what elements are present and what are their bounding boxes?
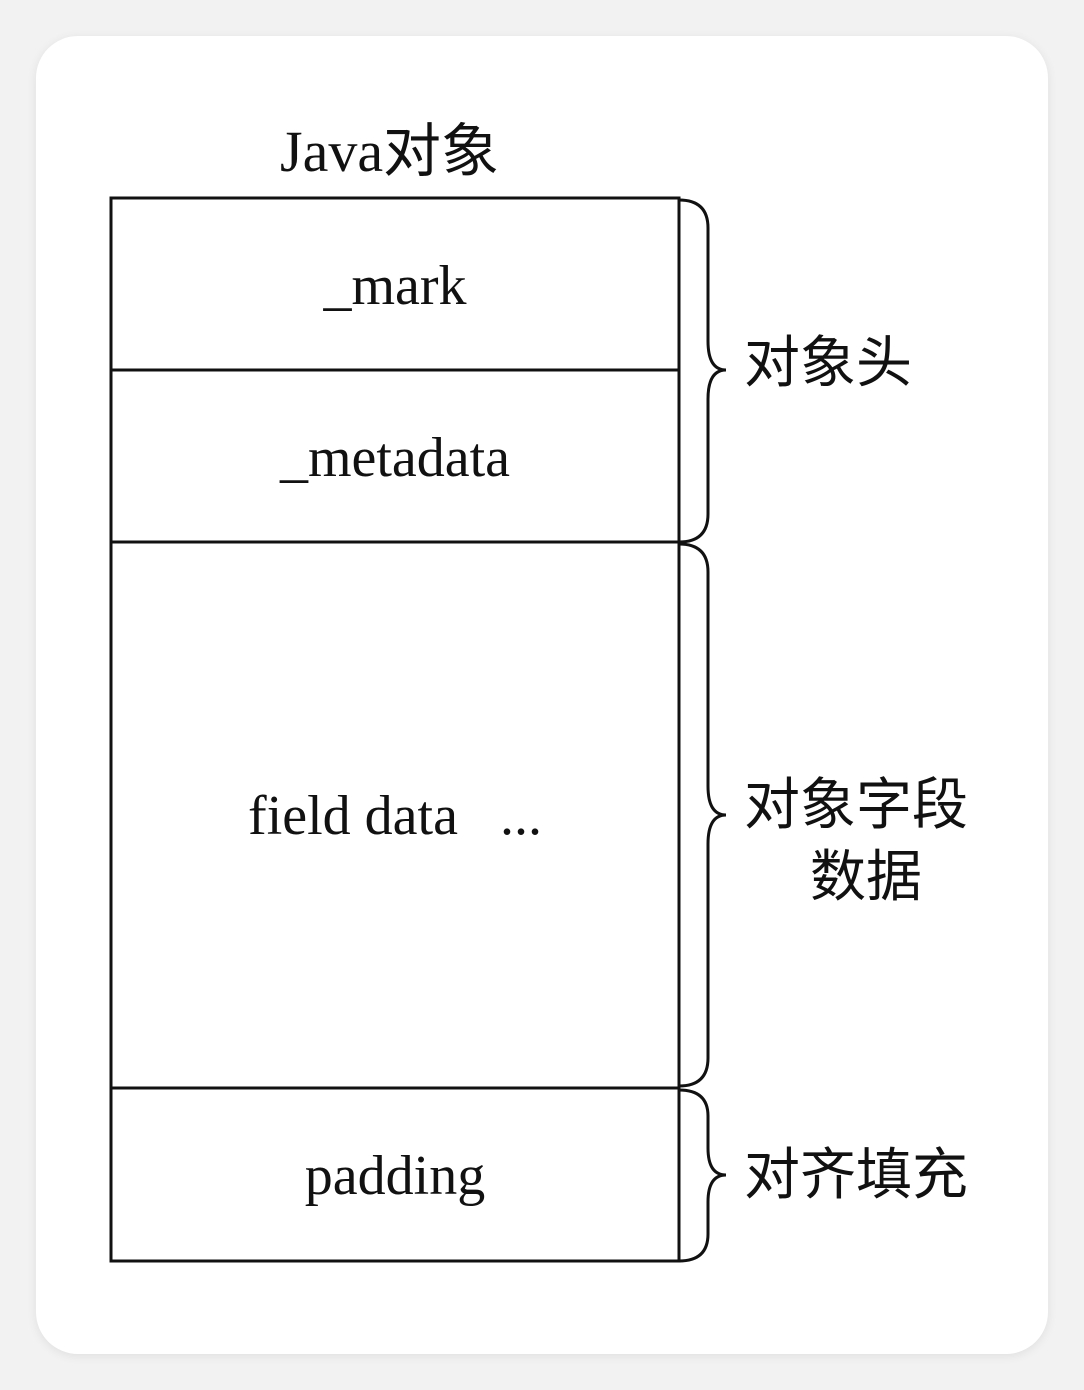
brace-label-field-data-line2: 数据	[810, 845, 922, 910]
segment-label-padding: padding	[304, 1145, 486, 1207]
brace-label-object-header: 对象头	[744, 331, 912, 396]
segment-label-metadata: _metadata	[279, 427, 511, 489]
diagram-card: Java对象 _mark _metadata field data ... pa…	[36, 36, 1048, 1354]
segment-label-field-data: field data ...	[248, 785, 542, 847]
brace-padding	[678, 1088, 727, 1263]
object-box	[109, 196, 681, 1263]
brace-label-padding: 对齐填充	[744, 1143, 968, 1208]
brace-field-data	[678, 542, 727, 1088]
brace-object-header	[678, 198, 727, 544]
brace-label-field-data-line1: 对象字段	[744, 773, 968, 838]
segment-label-mark: _mark	[323, 255, 467, 317]
